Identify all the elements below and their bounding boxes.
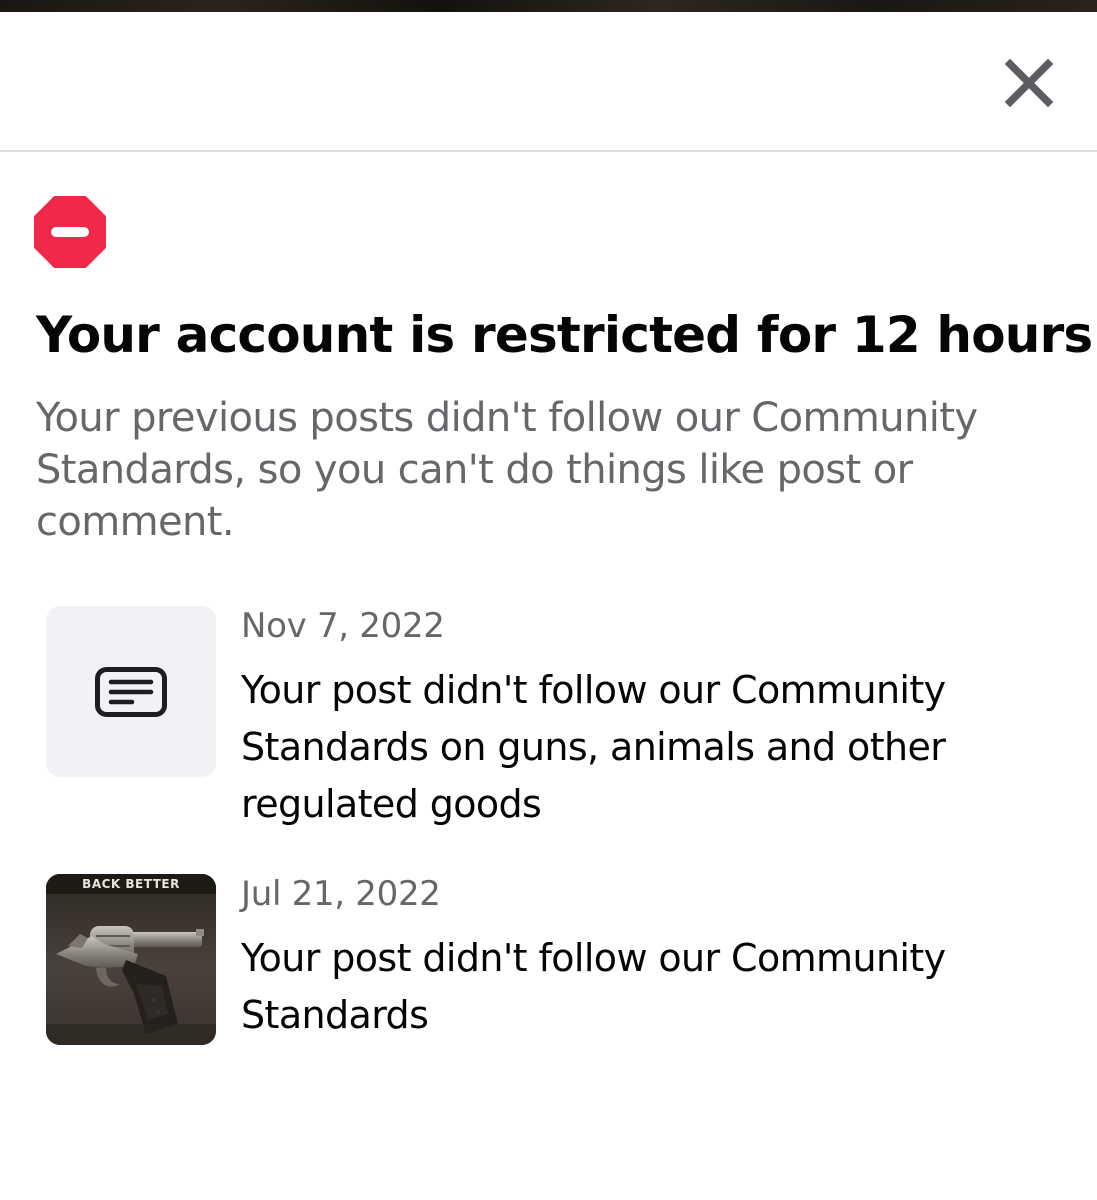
restriction-description: Your previous posts didn't follow our Co… (36, 395, 978, 545)
post-thumbnail (46, 606, 216, 777)
violation-text: Jul 21, 2022 Your post didn't follow our… (241, 874, 1061, 1044)
background-peek (0, 0, 1097, 12)
close-button[interactable] (994, 48, 1064, 118)
restriction-title: Your account is restricted for 12 hours (36, 306, 1093, 364)
restriction-notice-screen: Your account is restricted for 12 hours … (0, 0, 1097, 1200)
violation-message: Your post didn't follow our Community St… (241, 936, 946, 1037)
restricted-icon (34, 196, 106, 268)
header-divider (0, 150, 1097, 152)
revolver-image: BACK BETTER (46, 874, 216, 1045)
violation-date: Jul 21, 2022 (241, 874, 441, 914)
post-image-thumbnail: BACK BETTER (46, 874, 216, 1045)
dialog-header (0, 12, 1097, 150)
post-text-icon (95, 666, 167, 717)
close-icon (1004, 58, 1054, 108)
violation-message: Your post didn't follow our Community St… (241, 668, 946, 826)
violation-text: Nov 7, 2022 Your post didn't follow our … (241, 606, 1061, 833)
violation-date: Nov 7, 2022 (241, 606, 445, 646)
image-caption: BACK BETTER (82, 877, 180, 891)
